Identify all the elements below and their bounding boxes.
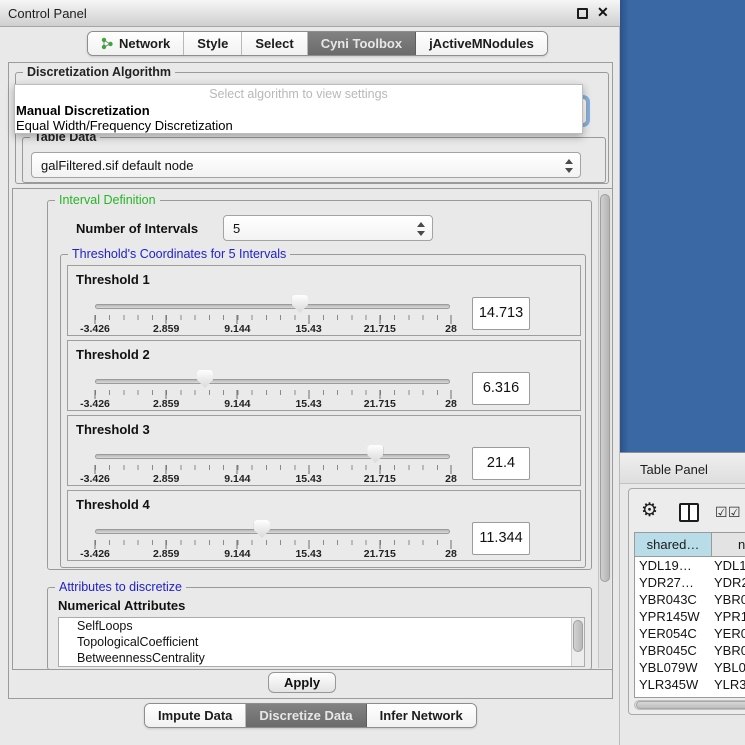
number-of-intervals-combobox[interactable]: 5 — [223, 215, 433, 241]
numerical-attributes-list[interactable]: SelfLoops TopologicalCoefficient Between… — [58, 617, 585, 667]
table-row[interactable]: YDL19…YDL1 — [635, 557, 745, 574]
table-row[interactable]: YBR043CYBR0 — [635, 591, 745, 608]
list-scrollbar[interactable] — [571, 618, 584, 666]
table-row[interactable]: YIL052CYIL0 — [635, 693, 745, 697]
float-window-icon[interactable] — [577, 8, 588, 19]
threshold-4-value-field[interactable]: 11.344 — [472, 522, 530, 555]
network-desktop: GAL80 GA C GAL11 GAL4 GCY1 H HAP2 — [620, 0, 745, 452]
tab-impute-data[interactable]: Impute Data — [145, 704, 246, 727]
threshold-1-slider-thumb[interactable] — [292, 295, 308, 313]
algorithm-option-equal-width[interactable]: Equal Width/Frequency Discretization — [16, 118, 233, 133]
threshold-3-slider-thumb[interactable] — [367, 445, 383, 463]
scrollbar-thumb[interactable] — [636, 701, 745, 709]
tab-jactivemnodules[interactable]: jActiveMNodules — [416, 32, 547, 55]
table-data-group: Table Data galFiltered.sif default node — [22, 137, 606, 183]
threshold-4-box: Threshold 4 -3.426 2.859 9.144 15.43 — [67, 490, 581, 561]
tab-discretize-data[interactable]: Discretize Data — [246, 704, 366, 727]
thresholds-group-title: Threshold's Coordinates for 5 Intervals — [68, 247, 290, 261]
node-attribute-table[interactable]: shared… na YDL19…YDL1 YDR27…YDR2 YBR043C… — [634, 532, 745, 698]
numerical-attributes-label: Numerical Attributes — [58, 598, 185, 613]
scrollbar-thumb[interactable] — [573, 620, 583, 652]
tab-network[interactable]: Network — [88, 32, 184, 55]
tab-cyni-toolbox[interactable]: Cyni Toolbox — [308, 32, 416, 55]
tab-infer-network[interactable]: Infer Network — [367, 704, 476, 727]
threshold-1-box: Threshold 1 -3.426 2.859 9.144 15.43 — [67, 265, 581, 336]
scrollbar-thumb[interactable] — [600, 194, 610, 582]
table-panel-title: Table Panel — [640, 462, 708, 477]
network-icon — [101, 37, 114, 50]
application-root: Control Panel ✕ Network Style Select Cyn… — [0, 0, 745, 745]
control-panel-titlebar[interactable]: Control Panel ✕ — [0, 0, 620, 27]
table-body: YDL19…YDL1 YDR27…YDR2 YBR043CYBR0 YPR145… — [635, 557, 745, 697]
threshold-2-slider-thumb[interactable] — [197, 370, 213, 388]
interval-definition-title: Interval Definition — [55, 193, 160, 207]
tab-style[interactable]: Style — [184, 32, 242, 55]
threshold-4-label: Threshold 4 — [76, 497, 150, 512]
threshold-3-box: Threshold 3 -3.426 2.859 9.144 15.43 — [67, 415, 581, 486]
checkbox-icon[interactable]: ☑ — [715, 504, 728, 521]
table-data-value: galFiltered.sif default node — [41, 158, 193, 173]
attributes-group: Attributes to discretize Numerical Attri… — [47, 587, 592, 670]
column-layout-icon[interactable] — [679, 503, 699, 522]
attributes-group-title: Attributes to discretize — [55, 580, 186, 594]
algorithm-dropdown-popup: Select algorithm to view settings Manual… — [14, 84, 583, 134]
gear-icon[interactable]: ⚙ — [641, 501, 658, 520]
table-row[interactable]: YPR145WYPR1 — [635, 608, 745, 625]
interval-definition-group: Interval Definition Number of Intervals … — [47, 200, 592, 570]
tab-select[interactable]: Select — [242, 32, 307, 55]
threshold-1-value-field[interactable]: 14.713 — [472, 297, 530, 330]
discretization-algorithm-title: Discretization Algorithm — [23, 65, 175, 79]
algorithm-option-manual[interactable]: Manual Discretization — [16, 103, 150, 118]
vertical-scrollbar[interactable] — [598, 190, 611, 668]
table-row[interactable]: YBL079WYBL0 — [635, 659, 745, 676]
bottom-tabbar: Impute Data Discretize Data Infer Networ… — [144, 703, 477, 728]
interval-scroll-pane: Interval Definition Number of Intervals … — [12, 188, 613, 670]
threshold-2-value-field[interactable]: 6.316 — [472, 372, 530, 405]
slider-tick-labels: -3.426 2.859 9.144 15.43 21.715 28 — [95, 398, 451, 410]
horizontal-scrollbar[interactable] — [634, 700, 745, 710]
threshold-1-label: Threshold 1 — [76, 272, 150, 287]
apply-button[interactable]: Apply — [268, 672, 336, 693]
threshold-2-box: Threshold 2 -3.426 2.859 9.144 15.43 — [67, 340, 581, 411]
table-row[interactable]: YBR045CYBR0 — [635, 642, 745, 659]
table-panel: ⚙ ☑ ☑ shared… na YDL19…YDL1 YDR27…YDR2 Y… — [628, 488, 745, 715]
threshold-3-label: Threshold 3 — [76, 422, 150, 437]
cyni-toolbox-content: Discretization Algorithm Table Data galF… — [8, 62, 613, 699]
window-title: Control Panel — [8, 6, 87, 21]
close-icon[interactable]: ✕ — [597, 4, 609, 21]
list-item[interactable]: SelfLoops — [59, 618, 584, 634]
threshold-4-slider-thumb[interactable] — [254, 520, 270, 538]
slider-tick-labels: -3.426 2.859 9.144 15.43 21.715 28 — [95, 323, 451, 335]
slider-tick-labels: -3.426 2.859 9.144 15.43 21.715 28 — [95, 548, 451, 560]
combo-stepper-icon — [564, 158, 573, 174]
number-of-intervals-label: Number of Intervals — [76, 221, 198, 236]
threshold-2-label: Threshold 2 — [76, 347, 150, 362]
checkbox-icon[interactable]: ☑ — [728, 504, 741, 521]
tab-network-label: Network — [119, 36, 170, 51]
list-item[interactable]: TopologicalCoefficient — [59, 634, 584, 650]
control-panel-tabbar: Network Style Select Cyni Toolbox jActiv… — [87, 31, 548, 56]
column-header-shared[interactable]: shared… — [635, 533, 712, 556]
algorithm-hint: Select algorithm to view settings — [15, 87, 582, 101]
list-item[interactable]: BetweennessCentrality — [59, 650, 584, 666]
thresholds-group: Threshold's Coordinates for 5 Intervals … — [60, 254, 586, 568]
table-header-row: shared… na — [635, 533, 745, 557]
slider-tick-labels: -3.426 2.859 9.144 15.43 21.715 28 — [95, 473, 451, 485]
threshold-3-value-field[interactable]: 21.4 — [472, 447, 530, 480]
table-row[interactable]: YDR27…YDR2 — [635, 574, 745, 591]
column-header-name[interactable]: na — [712, 533, 745, 556]
table-row[interactable]: YLR345WYLR3 — [635, 676, 745, 693]
combo-stepper-icon — [416, 221, 425, 237]
table-panel-titlebar[interactable]: Table Panel — [620, 452, 745, 484]
table-data-combobox[interactable]: galFiltered.sif default node — [31, 152, 581, 178]
number-of-intervals-value: 5 — [233, 221, 240, 236]
table-row[interactable]: YER054CYER0 — [635, 625, 745, 642]
